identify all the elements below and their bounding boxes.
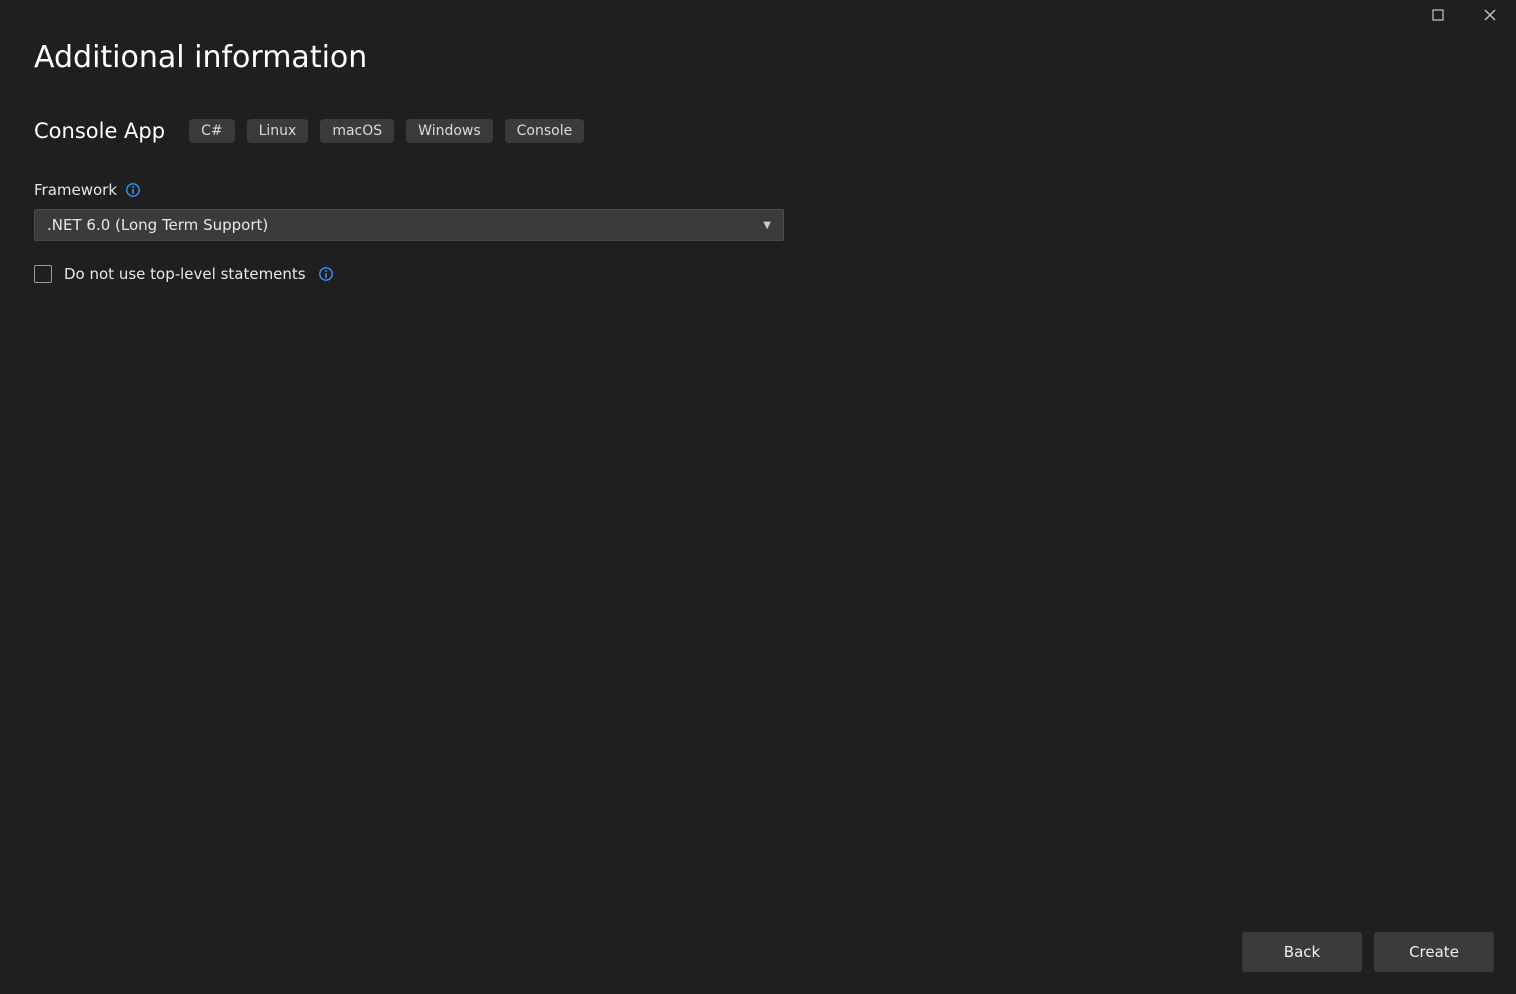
maximize-icon	[1432, 9, 1444, 21]
top-level-statements-checkbox[interactable]	[34, 265, 52, 283]
template-tag: Windows	[406, 119, 493, 143]
close-icon	[1484, 9, 1496, 21]
template-tag: Console	[505, 119, 585, 143]
template-name: Console App	[34, 119, 165, 143]
window-close-button[interactable]	[1464, 0, 1516, 30]
back-button[interactable]: Back	[1242, 932, 1362, 972]
window-maximize-button[interactable]	[1412, 0, 1464, 30]
framework-selected-value: .NET 6.0 (Long Term Support)	[47, 216, 268, 234]
template-tag: C#	[189, 119, 235, 143]
info-icon[interactable]	[125, 182, 141, 198]
wizard-footer: Back Create	[1242, 932, 1494, 972]
template-tag: Linux	[247, 119, 309, 143]
create-button[interactable]: Create	[1374, 932, 1494, 972]
window-controls	[1412, 0, 1516, 30]
top-level-statements-row: Do not use top-level statements	[34, 265, 1482, 283]
page-title: Additional information	[34, 40, 1482, 75]
chevron-down-icon: ▼	[763, 220, 771, 231]
info-icon[interactable]	[318, 266, 334, 282]
top-level-statements-label: Do not use top-level statements	[64, 265, 306, 283]
template-summary-row: Console App C# Linux macOS Windows Conso…	[34, 119, 1482, 143]
framework-dropdown[interactable]: .NET 6.0 (Long Term Support) ▼	[34, 209, 784, 241]
template-tag: macOS	[320, 119, 394, 143]
framework-label: Framework	[34, 181, 117, 199]
framework-label-row: Framework	[34, 181, 1482, 199]
